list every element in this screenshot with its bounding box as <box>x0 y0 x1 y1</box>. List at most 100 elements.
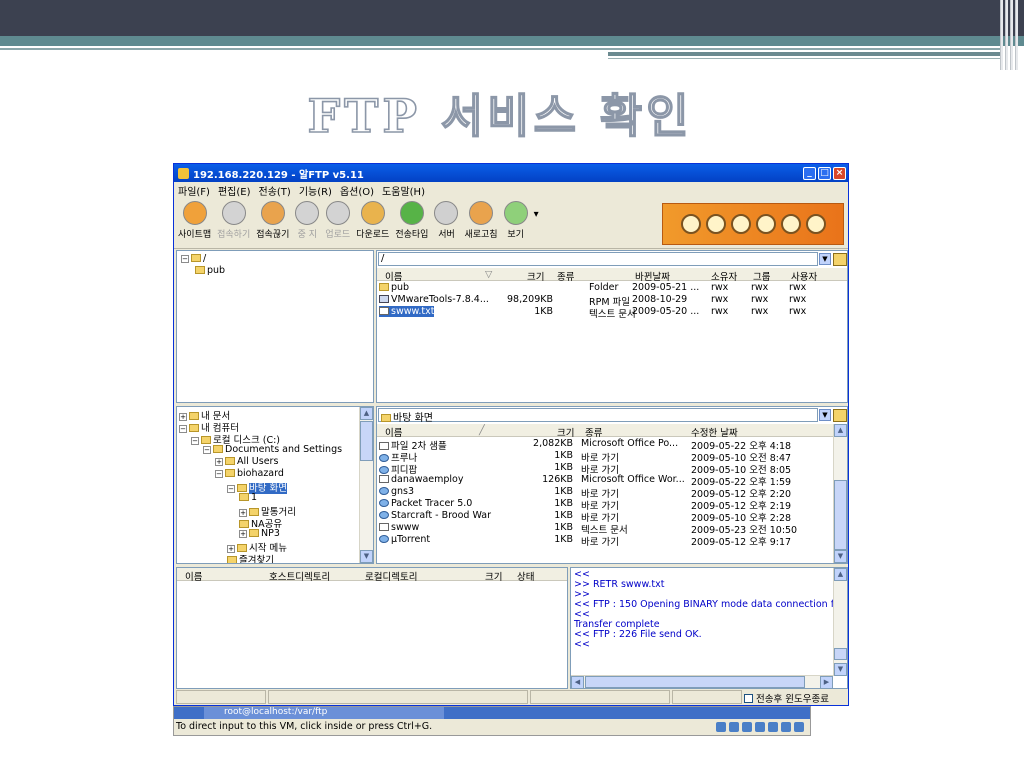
scroll-up-icon[interactable]: ▲ <box>834 424 847 437</box>
scroll-up-icon[interactable]: ▲ <box>834 568 847 581</box>
scroll-up-icon[interactable]: ▲ <box>360 407 373 420</box>
toolbar-button[interactable]: 전송타입 <box>395 199 428 240</box>
toolbar-button[interactable]: 접속끊기 <box>256 199 289 240</box>
chevron-down-icon[interactable]: ▼ <box>819 253 831 265</box>
table-row[interactable]: VMwareTools-7.8.4... 98,209KB RPM 파일 2008-1… <box>377 294 833 308</box>
tree-item[interactable]: 1 <box>239 492 257 503</box>
column-header[interactable]: 바뀐날짜 <box>635 269 670 283</box>
title-bar[interactable]: 192.168.220.129 - 알FTP v5.11 _ □ × <box>174 164 848 182</box>
column-header[interactable]: 이름 <box>385 269 402 283</box>
toolbar-button[interactable]: 서버 <box>434 199 459 240</box>
scroll-thumb[interactable] <box>834 480 847 550</box>
column-header[interactable]: 그룹 <box>753 269 770 283</box>
table-row[interactable]: 프루나 1KB 바로 가기 2009-05-10 오전 8:47 <box>377 450 833 464</box>
tree-item[interactable]: − biohazard <box>215 468 284 479</box>
expand-icon[interactable]: + <box>215 458 223 466</box>
usb-icon[interactable] <box>755 722 765 732</box>
toolbar-button[interactable]: 중 지 <box>295 199 320 240</box>
vm-task-button[interactable]: root@localhost:/var/ftp <box>204 707 444 719</box>
decorative-bars <box>1000 0 1018 70</box>
column-header[interactable]: 수정한 날짜 <box>691 425 738 439</box>
toolbar-button[interactable]: 다운로드 <box>356 199 389 240</box>
column-header[interactable]: 크기 <box>485 569 502 583</box>
column-header[interactable]: 로컬디렉토리 <box>365 569 417 583</box>
table-row[interactable]: danawaemploy 126KB Microsoft Office Wor...… <box>377 474 833 488</box>
column-header[interactable]: 사용자 <box>791 269 817 283</box>
table-row[interactable]: gns3 1KB 바로 가기 2009-05-12 오후 2:20 <box>377 486 833 500</box>
toolbar-button[interactable]: 보기 <box>503 199 528 240</box>
column-header[interactable]: 이름 <box>385 425 402 439</box>
parent-folder-icon[interactable] <box>833 409 847 422</box>
column-header[interactable]: 호스트디렉토리 <box>269 569 330 583</box>
maximize-button[interactable]: □ <box>818 166 831 180</box>
tree-item[interactable]: pub <box>195 265 225 276</box>
table-row[interactable]: 파일 2차 샘플 2,082KB Microsoft Office Po... 200… <box>377 438 833 452</box>
column-header[interactable]: 종류 <box>557 269 574 283</box>
cdrom-icon[interactable] <box>729 722 739 732</box>
checkbox[interactable] <box>744 694 753 703</box>
toolbar-button[interactable]: 업로드 <box>325 199 350 240</box>
chevron-down-icon[interactable]: ▼ <box>819 409 831 421</box>
menu-function[interactable]: 기능(R) <box>299 183 332 198</box>
message-icon[interactable] <box>794 722 804 732</box>
scroll-down-icon[interactable]: ▼ <box>360 550 373 563</box>
scroll-thumb[interactable] <box>360 421 373 461</box>
remote-path-combo[interactable]: / <box>378 252 818 266</box>
toolbar-button[interactable]: 접속하기 <box>217 199 250 240</box>
menu-edit[interactable]: 편집(E) <box>218 183 251 198</box>
scroll-right-icon[interactable]: ▶ <box>820 676 833 688</box>
network-icon[interactable] <box>716 722 726 732</box>
collapse-icon[interactable]: − <box>203 446 211 454</box>
log-hscrollbar[interactable]: ◀ ▶ <box>571 675 833 688</box>
table-row[interactable]: pub Folder 2009-05-21 ... rwx rwx rwx <box>377 282 833 294</box>
scroll-down-icon[interactable]: ▼ <box>834 550 847 563</box>
column-header[interactable]: 상태 <box>517 569 534 583</box>
table-row[interactable]: 피디팝 1KB 바로 가기 2009-05-10 오전 8:05 <box>377 462 833 476</box>
tree-item[interactable]: − / <box>181 253 206 264</box>
column-header[interactable]: 크기 <box>527 269 544 283</box>
menu-options[interactable]: 옵션(O) <box>340 183 374 198</box>
log-scrollbar[interactable]: ▲ ▼ <box>833 568 847 676</box>
toolbar-button[interactable]: 새로고침 <box>464 199 498 240</box>
local-path-combo[interactable]: 바탕 화면 <box>378 408 818 424</box>
close-button[interactable]: × <box>833 166 846 180</box>
display-icon[interactable] <box>781 722 791 732</box>
collapse-icon[interactable]: − <box>215 470 223 478</box>
close-after-transfer-option[interactable]: 전송후 윈도우종료 <box>744 691 829 705</box>
collapse-icon[interactable]: − <box>191 437 199 445</box>
parent-folder-icon[interactable] <box>833 253 847 266</box>
column-header[interactable]: 이름 <box>185 569 202 583</box>
menu-help[interactable]: 도움말(H) <box>382 183 425 198</box>
scroll-left-icon[interactable]: ◀ <box>571 676 584 688</box>
local-tree-scrollbar[interactable]: ▲ ▼ <box>359 407 373 563</box>
column-header[interactable]: 종류 <box>585 425 602 439</box>
table-row[interactable]: swww 1KB 텍스트 문서 2009-05-23 오전 10:50 <box>377 522 833 536</box>
menu-file[interactable]: 파일(F) <box>178 183 210 198</box>
local-list-scrollbar[interactable]: ▲ ▼ <box>833 424 847 563</box>
table-row[interactable]: Starcraft - Brood War 1KB 바로 가기 2009-05-10 … <box>377 510 833 524</box>
minimize-button[interactable]: _ <box>803 166 816 180</box>
collapse-icon[interactable]: − <box>179 425 187 433</box>
toolbar-button[interactable]: 사이트맵 <box>178 199 211 240</box>
sound-icon[interactable] <box>768 722 778 732</box>
log-panel: << >> RETR swww.txt >> << FTP : 150 Opening… <box>570 567 848 689</box>
collapse-icon[interactable]: − <box>227 485 235 493</box>
menu-transfer[interactable]: 전송(T) <box>259 183 291 198</box>
scroll-thumb[interactable] <box>834 648 847 660</box>
table-row[interactable]: Packet Tracer 5.0 1KB 바로 가기 2009-05-12 오후 2… <box>377 498 833 512</box>
tree-item[interactable]: + All Users <box>215 456 278 467</box>
toolbar-label: 접속끊기 <box>256 230 290 240</box>
tree-item[interactable]: + NP3 <box>239 528 280 539</box>
tree-item[interactable]: 즐겨찾기 <box>227 552 274 563</box>
collapse-icon[interactable]: − <box>181 255 189 263</box>
table-row[interactable]: µTorrent 1KB 바로 가기 2009-05-12 오후 9:17 <box>377 534 833 548</box>
column-header[interactable]: 크기 <box>557 425 574 439</box>
column-header[interactable]: 소유자 <box>711 269 737 283</box>
tree-item[interactable]: − Documents and Settings <box>203 444 342 455</box>
table-row[interactable]: swww.txt 1KB 텍스트 문서 2009-05-20 ... rwx rwx rwx <box>377 306 833 320</box>
toolbar-more-icon[interactable]: ▾ <box>534 209 539 220</box>
expand-icon[interactable]: + <box>239 530 247 538</box>
floppy-icon[interactable] <box>742 722 752 732</box>
scroll-down-icon[interactable]: ▼ <box>834 663 847 676</box>
scroll-thumb[interactable] <box>585 676 805 688</box>
